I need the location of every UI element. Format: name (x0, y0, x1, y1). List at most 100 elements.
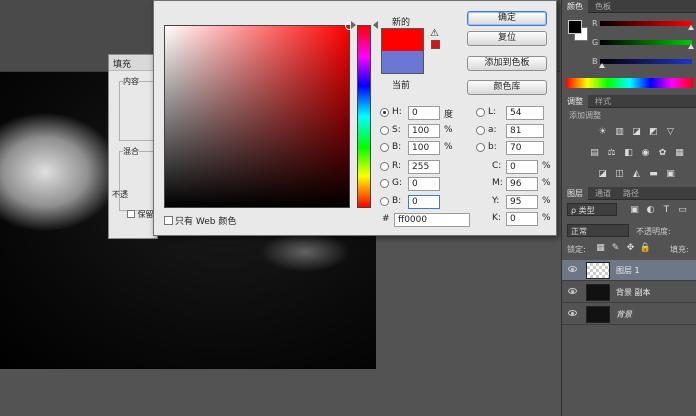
saturation-input[interactable]: 100 (408, 124, 440, 138)
invert-icon[interactable]: ◪ (596, 169, 609, 179)
layer-kind-filter[interactable]: ρ 类型 (567, 203, 617, 216)
red-slider-bar[interactable] (600, 21, 692, 26)
color-lookup-icon[interactable]: ▦ (673, 148, 686, 158)
layer-thumbnail (586, 284, 610, 301)
color-spectrum-bar[interactable] (566, 78, 693, 88)
lab-l-input[interactable]: 54 (506, 106, 544, 120)
visibility-eye-icon[interactable] (568, 288, 577, 294)
blue-slider-bar[interactable] (600, 59, 692, 64)
tab-swatches[interactable]: 色板 (590, 0, 616, 13)
tab-styles[interactable]: 样式 (590, 95, 616, 108)
filter-type-icon[interactable]: T (660, 205, 673, 215)
black-input[interactable]: 0 (506, 212, 538, 226)
black-white-icon[interactable]: ◧ (622, 148, 635, 158)
tab-paths[interactable]: 路径 (618, 187, 644, 200)
hue-slider-left-arrow[interactable] (351, 21, 356, 29)
channel-mixer-icon[interactable]: ✿ (656, 148, 669, 158)
color-balance-icon[interactable]: ⚖ (605, 148, 618, 158)
gamut-color-swatch[interactable] (431, 40, 440, 49)
foreground-color-swatch[interactable] (568, 20, 582, 34)
filter-pixel-icon[interactable]: ▣ (628, 205, 641, 215)
green-slider-bar[interactable] (600, 40, 692, 45)
red-slider-label: R (592, 19, 598, 28)
brightness-radio[interactable] (380, 143, 389, 152)
blend-mode-select[interactable]: 正常 (567, 224, 629, 237)
layer-row[interactable]: 背景 副本 (562, 282, 696, 303)
magenta-input[interactable]: 96 (506, 177, 538, 191)
gamut-warning-icon[interactable]: ⚠ (430, 28, 439, 39)
blue-radio[interactable] (380, 197, 389, 206)
vibrance-icon[interactable]: ▽ (664, 127, 677, 137)
yellow-input[interactable]: 95 (506, 195, 538, 209)
blue-slider-thumb[interactable] (599, 63, 605, 68)
web-only-checkbox[interactable]: 只有 Web 颜色 (164, 214, 236, 227)
tab-adjustments[interactable]: 调整 (562, 95, 588, 108)
saturation-unit: % (444, 125, 453, 135)
curves-icon[interactable]: ◪ (630, 127, 643, 137)
hex-label: # (382, 214, 390, 224)
lab-a-input[interactable]: 81 (506, 124, 544, 138)
tab-channels[interactable]: 通道 (590, 187, 616, 200)
magenta-label: M: (492, 178, 503, 188)
saturation-radio[interactable] (380, 126, 389, 135)
preserve-checkbox[interactable]: 保留 (127, 209, 154, 220)
brightness-unit: % (444, 142, 453, 152)
posterize-icon[interactable]: ◫ (613, 169, 626, 179)
saturation-brightness-field[interactable] (164, 22, 353, 208)
lock-transparency-icon[interactable]: ▦ (594, 243, 607, 253)
threshold-icon[interactable]: ◭ (630, 169, 643, 179)
lock-all-icon[interactable]: 🔒 (639, 243, 652, 253)
selective-color-icon[interactable]: ▣ (664, 169, 677, 179)
hue-radio[interactable] (380, 108, 389, 117)
adjust-panel-tabs: 调整 样式 (562, 95, 696, 108)
ok-button[interactable]: 确定 (467, 11, 547, 26)
current-color-swatch[interactable] (381, 51, 424, 74)
hue-slider-right-arrow[interactable] (373, 21, 378, 29)
filter-shape-icon[interactable]: ▭ (676, 205, 689, 215)
lock-move-icon[interactable]: ✥ (624, 243, 637, 253)
hue-input[interactable]: 0 (408, 106, 440, 120)
brightness-label: B: (392, 142, 402, 152)
lab-l-radio[interactable] (476, 108, 485, 117)
lab-a-radio[interactable] (476, 126, 485, 135)
lock-brush-icon[interactable]: ✎ (609, 243, 622, 253)
green-slider[interactable]: G (592, 38, 694, 49)
brightness-input[interactable]: 100 (408, 141, 440, 155)
hue-saturation-icon[interactable]: ▤ (588, 148, 601, 158)
red-slider-thumb[interactable] (688, 25, 694, 30)
levels-icon[interactable]: ▥ (613, 127, 626, 137)
fill-blend-label: 混合 (123, 146, 139, 157)
red-slider[interactable]: R (592, 19, 694, 30)
reset-button[interactable]: 复位 (467, 31, 547, 46)
red-radio[interactable] (380, 162, 389, 171)
tab-color[interactable]: 颜色 (562, 0, 588, 13)
gradient-map-icon[interactable]: ▬ (647, 169, 660, 179)
blue-input[interactable]: 0 (408, 195, 440, 209)
hue-slider[interactable] (357, 25, 371, 208)
color-libraries-button[interactable]: 颜色库 (467, 80, 547, 95)
fill-content-label: 内容 (123, 76, 139, 87)
filter-adjust-icon[interactable]: ◐ (644, 205, 657, 215)
green-label: G: (392, 178, 403, 188)
lab-a-label: a: (488, 125, 497, 135)
green-input[interactable]: 0 (408, 177, 440, 191)
cyan-input[interactable]: 0 (506, 160, 538, 174)
green-radio[interactable] (380, 179, 389, 188)
lab-b-radio[interactable] (476, 143, 485, 152)
web-only-box[interactable] (164, 216, 173, 225)
lab-b-input[interactable]: 70 (506, 141, 544, 155)
add-to-swatches-button[interactable]: 添加到色板 (467, 56, 547, 71)
exposure-icon[interactable]: ◩ (647, 127, 660, 137)
brightness-icon[interactable]: ☀ (596, 127, 609, 137)
tab-layers[interactable]: 图层 (562, 187, 588, 200)
photo-filter-icon[interactable]: ◉ (639, 148, 652, 158)
red-input[interactable]: 255 (408, 160, 440, 174)
hex-input[interactable]: ff0000 (394, 213, 470, 227)
visibility-eye-icon[interactable] (568, 310, 577, 316)
saturation-row: S: 100 % (380, 124, 470, 138)
green-slider-thumb[interactable] (688, 44, 694, 49)
blue-slider[interactable]: B (592, 57, 692, 68)
layer-row[interactable]: 图层 1 (562, 260, 696, 281)
visibility-eye-icon[interactable] (568, 266, 577, 272)
layer-row[interactable]: 背景 (562, 304, 696, 325)
